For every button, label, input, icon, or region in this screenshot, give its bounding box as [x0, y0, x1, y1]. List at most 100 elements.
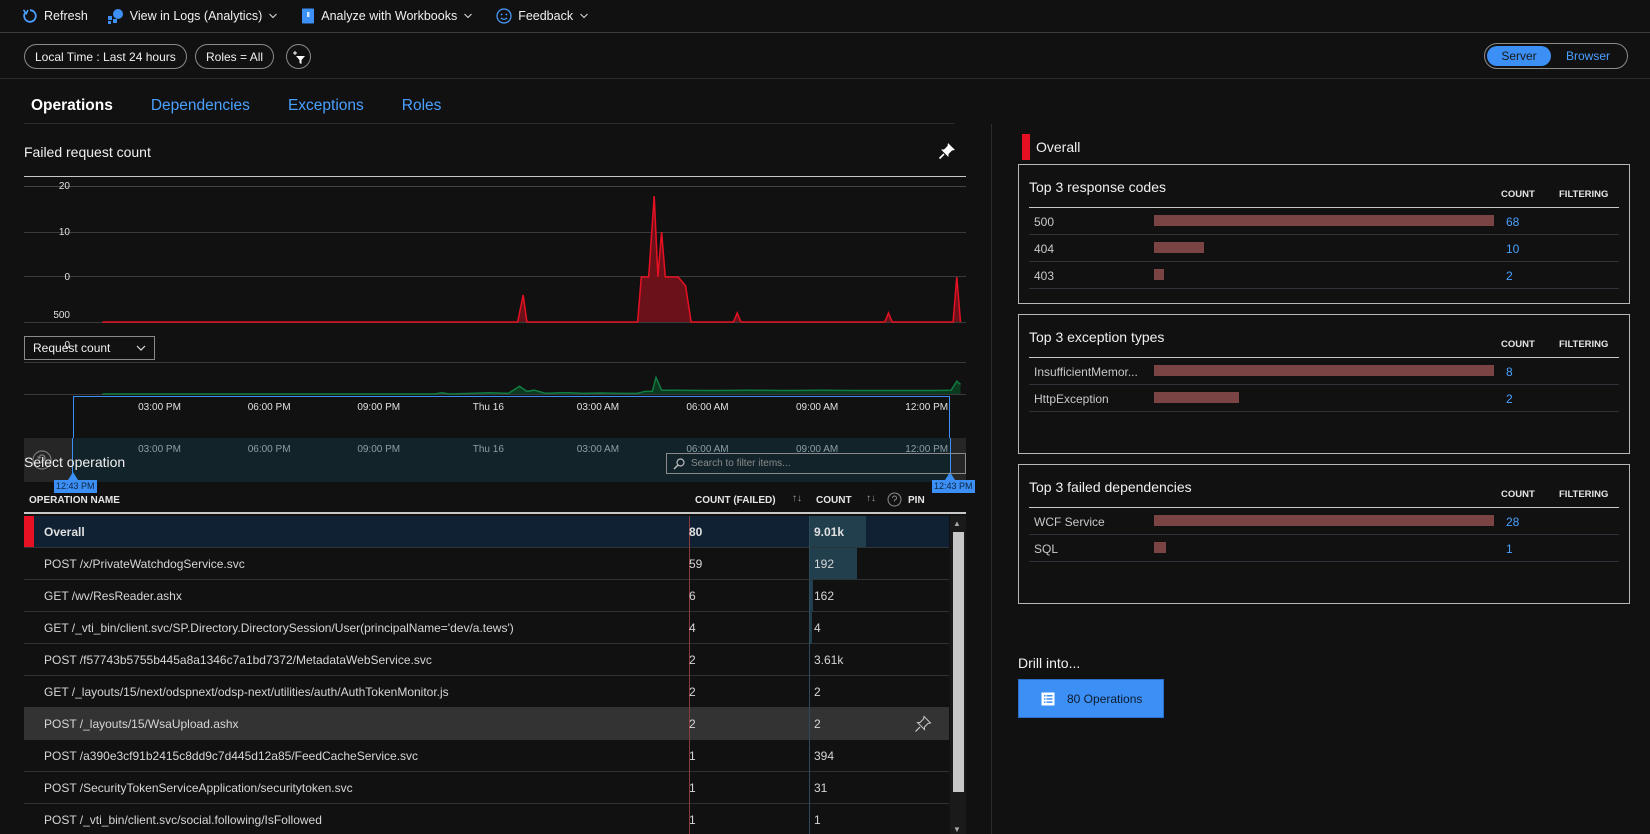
- request-series-area: [102, 377, 961, 394]
- card-row-count[interactable]: 28: [1506, 515, 1519, 529]
- filtering-column-header: FILTERING: [1559, 339, 1609, 350]
- table-row[interactable]: POST /f57743b5755b445a8a1346c7a1bd7372/M…: [24, 644, 949, 676]
- card-row-label: 404: [1034, 242, 1055, 256]
- card-row[interactable]: InsufficientMemor... 8: [1029, 358, 1619, 385]
- scroll-down-arrow[interactable]: ▼: [953, 825, 961, 834]
- count-failed: 80: [689, 525, 703, 539]
- count-bar-line: [809, 772, 810, 804]
- operation-name: GET /_vti_bin/client.svc/SP.Directory.Di…: [44, 621, 514, 635]
- scroll-thumb[interactable]: [953, 532, 964, 792]
- card-row[interactable]: 500 68: [1029, 208, 1619, 235]
- column-count[interactable]: COUNT: [816, 495, 852, 506]
- operations-table: Overall 80 9.01k POST /x/PrivateWatchdogSer…: [24, 516, 966, 834]
- help-icon[interactable]: [887, 492, 902, 507]
- count: 2: [814, 685, 821, 699]
- roles-filter[interactable]: Roles = All: [195, 44, 275, 69]
- time-range-filter[interactable]: Local Time : Last 24 hours: [24, 44, 187, 69]
- table-row[interactable]: POST /x/PrivateWatchdogService.svc 59 192: [24, 548, 949, 580]
- table-row[interactable]: POST /SecurityTokenServiceApplication/se…: [24, 772, 949, 804]
- feedback-label: Feedback: [518, 9, 574, 23]
- table-row[interactable]: POST /_layouts/15/WsaUpload.ashx 2 2: [24, 708, 949, 740]
- tab-dependencies[interactable]: Dependencies: [144, 86, 257, 123]
- table-row[interactable]: GET /wv/ResReader.ashx 6 162: [24, 580, 949, 612]
- table-row[interactable]: GET /_layouts/15/next/odspnext/odsp-next…: [24, 676, 949, 708]
- operation-search-input[interactable]: [691, 458, 951, 469]
- drill-operations-label: 80 Operations: [1067, 691, 1143, 706]
- filter-bar: Local Time : Last 24 hours Roles = All S…: [0, 33, 1650, 79]
- sort-count-icon[interactable]: ↑↓: [866, 493, 876, 504]
- x-tick-label: 12:00 PM: [905, 402, 949, 413]
- count-failed: 2: [689, 685, 696, 699]
- failed-series-line: [102, 195, 962, 323]
- card-row-label: 403: [1034, 269, 1055, 283]
- card-row-count[interactable]: 10: [1506, 242, 1519, 256]
- add-filter-button[interactable]: [286, 44, 311, 69]
- refresh-icon: [22, 9, 37, 23]
- count-bar-line: [809, 580, 810, 612]
- feedback-button[interactable]: Feedback: [496, 8, 594, 24]
- count-failed: 6: [689, 589, 696, 603]
- card-title: Top 3 exception types: [1029, 329, 1165, 345]
- card-row-label: InsufficientMemor...: [1034, 365, 1138, 379]
- x-tick-label: 09:00 PM: [357, 444, 401, 455]
- y-tick-label: 500: [53, 310, 70, 321]
- card-row-bar: [1154, 515, 1494, 526]
- analyze-workbooks-button[interactable]: Analyze with Workbooks: [301, 8, 478, 24]
- card-row[interactable]: HttpException 2: [1029, 385, 1619, 412]
- card-row-count[interactable]: 8: [1506, 365, 1513, 379]
- scroll-up-arrow[interactable]: ▲: [953, 519, 961, 528]
- operation-name: POST /a390e3cf91b2415c8dd9c7d445d12a85/F…: [44, 749, 419, 763]
- count-failed: 1: [689, 781, 696, 795]
- table-scrollbar[interactable]: ▲ ▼: [950, 516, 966, 834]
- table-row[interactable]: GET /_vti_bin/client.svc/SP.Directory.Di…: [24, 612, 949, 644]
- column-count-failed[interactable]: COUNT (FAILED): [695, 495, 776, 506]
- refresh-button[interactable]: Refresh: [22, 8, 88, 24]
- chart-title: Failed request count: [24, 144, 151, 160]
- count: 31: [814, 781, 828, 795]
- card-row-bar: [1154, 242, 1204, 253]
- y-tick-label: 0: [64, 340, 70, 351]
- browser-option[interactable]: Browser: [1551, 46, 1625, 66]
- sort-count-failed-icon[interactable]: ↑↓: [792, 493, 802, 504]
- card-row-count[interactable]: 68: [1506, 215, 1519, 229]
- card-row[interactable]: 403 2: [1029, 262, 1619, 289]
- command-bar: Refresh View in Logs (Analytics) Analyze…: [0, 0, 1650, 33]
- pin-icon[interactable]: [914, 715, 932, 733]
- column-pin: PIN: [908, 495, 925, 506]
- chevron-down-icon: [136, 345, 146, 351]
- count-bar-line: [809, 612, 810, 644]
- operation-search[interactable]: [666, 453, 966, 474]
- selection-color-marker: [1022, 134, 1030, 160]
- refresh-label: Refresh: [44, 9, 88, 23]
- tab-roles[interactable]: Roles: [395, 86, 449, 123]
- drill-operations-button[interactable]: 80 Operations: [1018, 679, 1164, 718]
- card-row-count[interactable]: 2: [1506, 269, 1513, 283]
- card-row[interactable]: 404 10: [1029, 235, 1619, 262]
- count: 192: [814, 557, 835, 571]
- y-tick-label: 0: [64, 272, 70, 283]
- chevron-down-icon: [580, 13, 588, 19]
- card-row-label: 500: [1034, 215, 1055, 229]
- card-row-bar: [1154, 392, 1239, 403]
- table-row[interactable]: POST /a390e3cf91b2415c8dd9c7d445d12a85/F…: [24, 740, 949, 772]
- operation-name: POST /x/PrivateWatchdogService.svc: [44, 557, 245, 571]
- view-in-logs-button[interactable]: View in Logs (Analytics): [106, 8, 283, 24]
- server-option[interactable]: Server: [1487, 46, 1551, 66]
- selected-operation-label: Overall: [1036, 139, 1081, 155]
- card-row-count[interactable]: 1: [1506, 542, 1513, 556]
- pin-chart-button[interactable]: [938, 142, 956, 163]
- count: 3.61k: [814, 653, 844, 667]
- operation-name: POST /_layouts/15/WsaUpload.ashx: [44, 717, 239, 731]
- card-row[interactable]: WCF Service 28: [1029, 508, 1619, 535]
- chevron-down-icon: [464, 13, 473, 19]
- failed-series-area: [102, 196, 961, 322]
- card-row[interactable]: SQL 1: [1029, 535, 1619, 562]
- card-row-count[interactable]: 2: [1506, 392, 1513, 406]
- brush-start-marker[interactable]: [68, 472, 78, 480]
- tab-exceptions[interactable]: Exceptions: [281, 86, 371, 123]
- operations-table-header: OPERATION NAME COUNT (FAILED) ↑↓ COUNT ↑…: [24, 486, 966, 514]
- tab-operations[interactable]: Operations: [24, 86, 120, 123]
- column-operation-name[interactable]: OPERATION NAME: [29, 495, 120, 506]
- table-row[interactable]: POST /_vti_bin/client.svc/social.followi…: [24, 804, 949, 834]
- table-row[interactable]: Overall 80 9.01k: [24, 516, 949, 548]
